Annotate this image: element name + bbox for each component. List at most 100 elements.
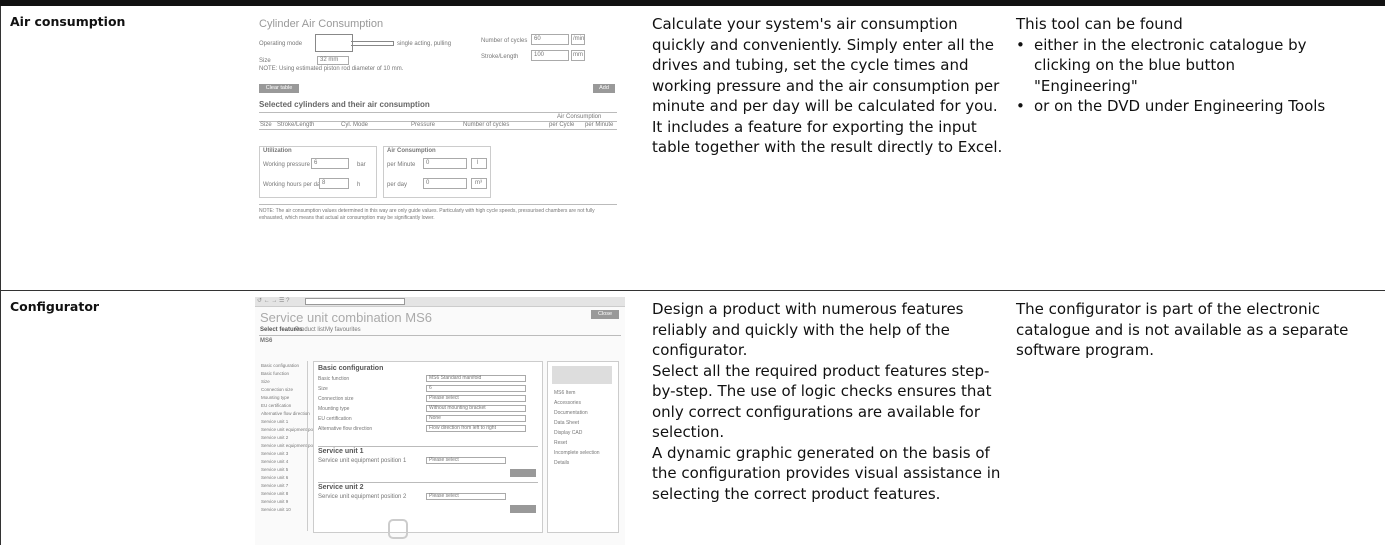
side-item[interactable]: Accessories — [554, 400, 581, 406]
air-consumption-screenshot: Cylinder Air Consumption Operating mode … — [253, 14, 625, 286]
field-label: Basic function — [318, 376, 350, 382]
hours-input[interactable]: 8 — [319, 178, 349, 189]
tree-item[interactable]: Alternative flow direction — [261, 411, 310, 416]
consumption-note: NOTE: The air consumption values determi… — [259, 208, 595, 221]
column-header: Number of cycles — [463, 122, 510, 128]
field-select[interactable]: None — [426, 415, 526, 422]
cycles-label: Number of cycles — [481, 38, 528, 44]
column-header: Stroke/Length — [277, 122, 315, 128]
availability-intro: This tool can be found — [1016, 15, 1183, 33]
side-item[interactable]: Data Sheet — [554, 420, 579, 426]
unit1-field-label: Service unit equipment position 1 — [318, 458, 407, 464]
tool-description: Calculate your system's air consumption … — [652, 14, 1010, 158]
note-rule — [259, 204, 617, 205]
cylinder-icon — [315, 34, 353, 52]
hours-unit: h — [357, 182, 361, 188]
tree-item[interactable]: Service unit 3 — [261, 451, 288, 456]
side-item[interactable]: Display CAD — [554, 430, 582, 436]
tree-item[interactable]: Basic configuration — [261, 363, 299, 368]
field-select[interactable]: MS6 Standard manifold — [426, 375, 526, 382]
tree-item[interactable]: EU certification — [261, 403, 291, 408]
address-bar[interactable] — [305, 298, 405, 305]
side-item[interactable]: Documentation — [554, 410, 588, 416]
column-header: Cyl. Mode — [341, 122, 369, 128]
column-header: per Minute — [585, 122, 614, 128]
size-select[interactable]: 32 mm — [317, 56, 349, 65]
cycles-unit: /min — [571, 34, 585, 45]
unit2-select[interactable]: Please select — [426, 493, 506, 500]
pressure-input[interactable]: 6 — [311, 158, 349, 169]
availability-list: either in the electronic catalogue by cl… — [1016, 35, 1385, 117]
tree-item[interactable]: Basic function — [261, 371, 289, 376]
tab-product-list[interactable]: Product list — [295, 327, 325, 333]
unit2-add-button[interactable] — [510, 505, 536, 513]
piston-note: NOTE: Using estimated piston rod diamete… — [259, 66, 404, 72]
field-select[interactable]: Please select — [426, 395, 526, 402]
column-header: Pressure — [411, 122, 436, 128]
operating-mode-label: Operating mode — [259, 41, 303, 47]
table-rule — [259, 129, 617, 130]
tree-item[interactable]: Service unit 8 — [261, 491, 288, 496]
cycles-input[interactable]: 60 — [531, 34, 569, 45]
side-item[interactable]: MS6 Item — [554, 390, 575, 396]
add-button[interactable]: Add — [593, 84, 615, 93]
clear-table-button[interactable]: Clear table — [259, 84, 299, 93]
config-side-panel: MS6 Item Accessories Documentation Data She… — [547, 361, 619, 533]
side-item[interactable]: Incomplete selection — [554, 450, 600, 456]
side-item[interactable]: Reset — [554, 440, 567, 446]
tree-item[interactable]: Service unit 7 — [261, 483, 288, 488]
stroke-input[interactable]: 100 — [531, 50, 569, 61]
tree-item[interactable]: Connection size — [261, 387, 293, 392]
tree-item[interactable]: Size — [261, 379, 270, 384]
field-label: EU certification — [318, 416, 352, 422]
nav-icons: ↺ ← → ☰ ? — [257, 298, 290, 304]
availability-item: or on the DVD under Engineering Tools — [1016, 96, 1385, 117]
per-day-unit: m³ — [471, 178, 487, 189]
size-label: Size — [259, 58, 271, 64]
tree-item[interactable]: Service unit 6 — [261, 475, 288, 480]
tree-item[interactable]: Service unit 5 — [261, 467, 288, 472]
tree-item[interactable]: Service unit 1 — [261, 419, 288, 424]
product-graphic-icon — [388, 519, 408, 539]
utilization-title: Utilization — [263, 148, 292, 154]
close-button[interactable]: Close — [591, 310, 619, 319]
unit2-field-label: Service unit equipment position 2 — [318, 494, 407, 500]
tool-description: Design a product with numerous features … — [652, 299, 1010, 504]
tree-item[interactable]: Service unit 9 — [261, 499, 288, 504]
tool-availability: The configurator is part of the electron… — [1016, 299, 1385, 361]
tool-name: Configurator — [10, 299, 100, 314]
description-text: Calculate your system's air consumption … — [652, 15, 1003, 156]
field-select[interactable]: Flow direction from left to right — [426, 425, 526, 432]
tab-favourites[interactable]: My favourites — [325, 327, 361, 333]
row-air-consumption: Air consumption Cylinder Air Consumption… — [0, 6, 1385, 291]
per-minute-unit: l — [471, 158, 487, 169]
section-service-unit-2: Service unit 2 — [318, 484, 364, 491]
per-minute-label: per Minute — [387, 162, 416, 168]
description-paragraph: Select all the required product features… — [652, 361, 992, 442]
pressure-unit: bar — [357, 162, 366, 168]
tree-item[interactable]: Service unit 4 — [261, 459, 288, 464]
section-rule — [318, 446, 538, 447]
unit1-select[interactable]: Please select — [426, 457, 506, 464]
configurator-screenshot: ↺ ← → ☰ ? Service unit combination MS6 C… — [255, 297, 625, 545]
stroke-label: Stroke/Length — [481, 54, 519, 60]
table-rule — [259, 112, 617, 113]
per-minute-output: 0 — [423, 158, 467, 169]
description-paragraph: A dynamic graphic generated on the basis… — [652, 443, 1001, 503]
tree-item[interactable]: Mounting type — [261, 395, 289, 400]
availability-item: either in the electronic catalogue by cl… — [1016, 35, 1334, 97]
field-select[interactable]: Without mounting bracket — [426, 405, 526, 412]
side-item[interactable]: Details — [554, 460, 569, 466]
configurator-title: Service unit combination MS6 — [260, 310, 432, 325]
tree-item[interactable]: Service unit 10 — [261, 507, 291, 512]
field-label: Mounting type — [318, 406, 350, 412]
hours-label: Working hours per day — [263, 182, 324, 188]
section-service-unit-1: Service unit 1 — [318, 448, 364, 455]
field-select[interactable]: 6 — [426, 385, 526, 392]
table-group-header: Air Consumption — [557, 114, 602, 120]
availability-text: The configurator is part of the electron… — [1016, 300, 1349, 359]
unit1-add-button[interactable] — [510, 469, 536, 477]
left-border — [0, 6, 1, 290]
tool-availability: This tool can be found either in the ele… — [1016, 14, 1385, 117]
tree-item[interactable]: Service unit 2 — [261, 435, 288, 440]
